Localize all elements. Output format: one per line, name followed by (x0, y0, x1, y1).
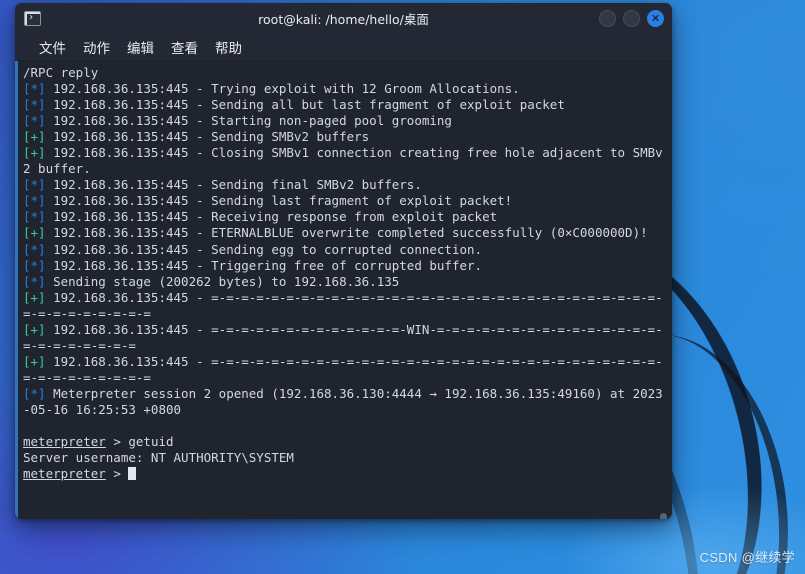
close-button[interactable]: ✕ (647, 10, 664, 27)
terminal-line-text: Sending stage (200262 bytes) to 192.168.… (45, 273, 400, 289)
terminal-line-text: 192.168.36.135:445 - Sending SMBv2 buffe… (45, 129, 370, 145)
terminal-line: [*] 192.168.36.135:445 - Trying exploit … (23, 81, 666, 97)
info-tag: [*] (23, 257, 46, 273)
terminal-cursor (128, 467, 136, 481)
terminal-line: [+] 192.168.36.135:445 - ETERNALBLUE ove… (23, 225, 666, 241)
terminal-line-text: 192.168.36.135:445 - Closing SMBv1 conne… (23, 145, 663, 177)
terminal-line-text: 192.168.36.135:445 - =-=-=-=-=-=-=-=-=-=… (23, 289, 663, 321)
terminal-line-text: Meterpreter session 2 opened (192.168.36… (23, 385, 663, 417)
maximize-button[interactable] (623, 10, 640, 27)
menu-bar[interactable]: 文件 动作 编辑 查看 帮助 (15, 34, 672, 61)
minimize-button[interactable] (599, 10, 616, 27)
meterpreter-prompt: meterpreter (23, 466, 106, 482)
success-tag: [+] (23, 321, 46, 337)
menu-item-actions[interactable]: 动作 (83, 37, 110, 57)
menu-item-edit[interactable]: 编辑 (127, 37, 154, 57)
menu-item-file[interactable]: 文件 (39, 37, 66, 57)
terminal-line: /RPC reply (23, 65, 666, 81)
terminal-line: [*] 192.168.36.135:445 - Sending all but… (23, 97, 666, 113)
info-tag: [*] (23, 177, 46, 193)
terminal-line-text: 192.168.36.135:445 - Sending all but las… (45, 97, 565, 113)
terminal-line-text: 192.168.36.135:445 - Starting non-paged … (45, 113, 452, 129)
info-tag: [*] (23, 209, 46, 225)
terminal-command-line: meterpreter > getuid (23, 434, 666, 450)
terminal-line-text: 192.168.36.135:445 - ETERNALBLUE overwri… (45, 225, 648, 241)
window-titlebar[interactable]: root@kali: /home/hello/桌面 ✕ (15, 3, 672, 34)
terminal-line: [*] 192.168.36.135:445 - Sending final S… (23, 177, 666, 193)
terminal-output[interactable]: /RPC reply [*] 192.168.36.135:445 - Tryin… (18, 61, 672, 519)
terminal-line: [+] 192.168.36.135:445 - =-=-=-=-=-=-=-=… (23, 322, 666, 354)
terminal-scrollbar[interactable] (659, 61, 668, 519)
terminal-line: [+] 192.168.36.135:445 - Closing SMBv1 c… (23, 145, 666, 177)
terminal-line-text: 192.168.36.135:445 - Trying exploit with… (45, 81, 520, 97)
info-tag: [*] (23, 273, 46, 289)
terminal-command-text: > getuid (105, 434, 174, 450)
meterpreter-prompt: meterpreter (23, 434, 106, 450)
terminal-line-text: 192.168.36.135:445 - Sending final SMBv2… (45, 177, 422, 193)
info-tag: [*] (23, 81, 46, 97)
success-tag: [+] (23, 225, 46, 241)
terminal-line-text: 192.168.36.135:445 - Sending egg to corr… (45, 241, 483, 257)
terminal-line-text: /RPC reply (23, 65, 99, 80)
terminal-line-text: 192.168.36.135:445 - Sending last fragme… (45, 193, 513, 209)
terminal-line: [*] 192.168.36.135:445 - Sending last fr… (23, 193, 666, 209)
terminal-line: [*] 192.168.36.135:445 - Sending egg to … (23, 242, 666, 258)
window-title: root@kali: /home/hello/桌面 (258, 12, 429, 27)
window-controls[interactable]: ✕ (599, 10, 664, 27)
success-tag: [+] (23, 129, 46, 145)
csdn-watermark: CSDN @继续学 (699, 550, 795, 565)
success-tag: [+] (23, 289, 46, 305)
terminal-command-result: Server username: NT AUTHORITY\SYSTEM (23, 450, 294, 466)
terminal-line: [*] 192.168.36.135:445 - Receiving respo… (23, 209, 666, 225)
terminal-line-text: 192.168.36.135:445 - Receiving response … (45, 209, 498, 225)
terminal-line: [+] 192.168.36.135:445 - Sending SMBv2 b… (23, 129, 666, 145)
info-tag: [*] (23, 385, 46, 401)
info-tag: [*] (23, 97, 46, 113)
terminal-body[interactable]: /RPC reply [*] 192.168.36.135:445 - Tryin… (15, 61, 672, 519)
close-icon: ✕ (650, 12, 661, 25)
terminal-scrollbar-thumb[interactable] (660, 513, 667, 519)
terminal-line: [+] 192.168.36.135:445 - =-=-=-=-=-=-=-=… (23, 354, 666, 386)
success-tag: [+] (23, 353, 46, 369)
terminal-line-text: 192.168.36.135:445 - =-=-=-=-=-=-=-=-=-=… (23, 353, 663, 385)
menu-item-help[interactable]: 帮助 (215, 37, 242, 57)
terminal-icon (24, 11, 41, 26)
terminal-line-text: 192.168.36.135:445 - =-=-=-=-=-=-=-=-=-=… (23, 321, 663, 353)
info-tag: [*] (23, 241, 46, 257)
prompt-separator: > (105, 466, 129, 482)
terminal-line-text: 192.168.36.135:445 - Triggering free of … (45, 257, 483, 273)
terminal-line: [*] Meterpreter session 2 opened (192.16… (23, 386, 666, 418)
terminal-window[interactable]: root@kali: /home/hello/桌面 ✕ 文件 动作 编辑 查看 … (15, 3, 672, 519)
terminal-line: [*] 192.168.36.135:445 - Triggering free… (23, 258, 666, 274)
success-tag: [+] (23, 145, 46, 161)
terminal-line: [+] 192.168.36.135:445 - =-=-=-=-=-=-=-=… (23, 290, 666, 322)
info-tag: [*] (23, 193, 46, 209)
info-tag: [*] (23, 113, 46, 129)
terminal-line: [*] Sending stage (200262 bytes) to 192.… (23, 274, 666, 290)
terminal-line: [*] 192.168.36.135:445 - Starting non-pa… (23, 113, 666, 129)
terminal-active-prompt-line[interactable]: meterpreter > (23, 466, 666, 482)
menu-item-view[interactable]: 查看 (171, 37, 198, 57)
